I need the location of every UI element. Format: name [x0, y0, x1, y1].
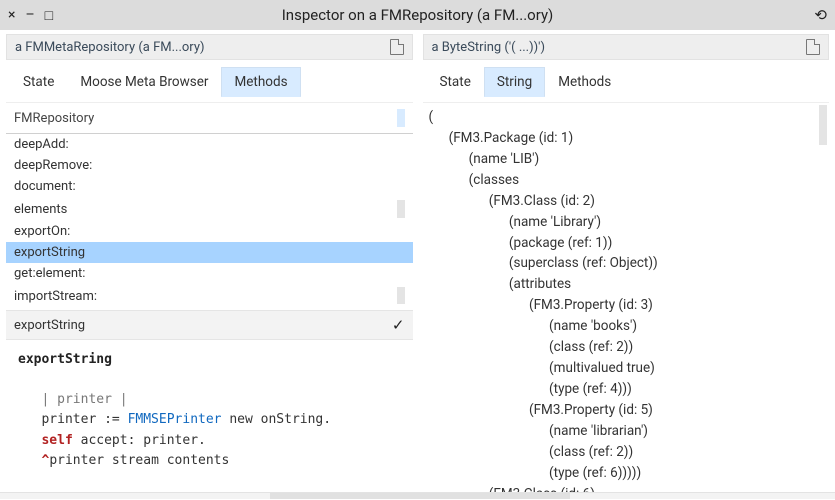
close-icon[interactable]: ×	[8, 7, 15, 23]
list-item[interactable]: get:element:	[6, 263, 413, 284]
tree-line: (	[429, 107, 830, 128]
tree-line: (attributes	[429, 274, 830, 295]
tree-line: (FM3.Package (id: 1)	[429, 128, 830, 149]
list-item[interactable]: exportOn:	[6, 221, 413, 242]
list-item[interactable]: deepRemove:	[6, 155, 413, 176]
tree-line: (type (ref: 4)))	[429, 379, 830, 400]
tab-state[interactable]: State	[427, 67, 484, 97]
tree-line: (classes	[429, 170, 830, 191]
tree-line: (class (ref: 2))	[429, 442, 830, 463]
tree-line: (package (ref: 1))	[429, 233, 830, 254]
left-tabs: State Moose Meta Browser Methods	[6, 66, 413, 96]
page-icon[interactable]	[806, 39, 820, 55]
list-item[interactable]: elements	[6, 197, 413, 221]
source-code[interactable]: exportString | printer | printer := FMMS…	[6, 340, 413, 492]
tree-line: (multivalued true)	[429, 358, 830, 379]
left-pane-title: a FMMetaRepository (a FM...ory)	[15, 40, 205, 55]
tree-line: (name 'Library')	[429, 212, 830, 233]
left-pane: a FMMetaRepository (a FM...ory) State Mo…	[6, 34, 413, 492]
scrollbar-thumb[interactable]	[270, 493, 570, 499]
source-header[interactable]: exportString ✓	[6, 310, 413, 340]
right-pane-title: a ByteString ('( ...))')	[432, 40, 545, 55]
right-pane: a ByteString ('( ...))') State String Me…	[423, 34, 830, 492]
tab-moose-meta-browser[interactable]: Moose Meta Browser	[67, 67, 221, 97]
refresh-icon[interactable]: ⟲	[814, 6, 827, 24]
tree-line: (name 'books')	[429, 316, 830, 337]
horizontal-scrollbar[interactable]	[0, 492, 835, 499]
list-item[interactable]: deepAdd:	[6, 134, 413, 155]
right-pane-header[interactable]: a ByteString ('( ...))')	[423, 34, 830, 60]
tree-line: (FM3.Class (id: 6)	[429, 484, 830, 492]
list-item-selected[interactable]: exportString	[6, 242, 413, 263]
string-content[interactable]: ( (FM3.Package (id: 1) (name 'LIB') (cla…	[423, 102, 830, 492]
class-name-header[interactable]: FMRepository	[6, 103, 413, 133]
tree-line: (type (ref: 6)))))	[429, 463, 830, 484]
tab-string[interactable]: String	[484, 67, 545, 97]
list-item[interactable]: document:	[6, 176, 413, 197]
method-list[interactable]: deepAdd: deepRemove: document: elements …	[6, 134, 413, 304]
tree-line: (name 'librarian')	[429, 421, 830, 442]
scrollbar-thumb[interactable]	[819, 105, 827, 145]
right-tabs: State String Methods	[423, 66, 830, 96]
method-selector: exportString	[18, 352, 112, 367]
source-header-label: exportString	[14, 318, 85, 333]
maximize-icon[interactable]: □	[45, 7, 53, 24]
tree-line: (class (ref: 2))	[429, 337, 830, 358]
tree-line: (superclass (ref: Object))	[429, 253, 830, 274]
tree-line: (FM3.Property (id: 3)	[429, 295, 830, 316]
page-icon[interactable]	[390, 39, 404, 55]
tree-line: (FM3.Property (id: 5)	[429, 400, 830, 421]
tree-line: (name 'LIB')	[429, 149, 830, 170]
left-pane-header[interactable]: a FMMetaRepository (a FM...ory)	[6, 34, 413, 60]
tree-line: (FM3.Class (id: 2)	[429, 191, 830, 212]
tab-methods[interactable]: Methods	[545, 67, 624, 97]
check-icon[interactable]: ✓	[392, 316, 405, 334]
title-bar: × – □ Inspector on a FMRepository (a FM.…	[0, 0, 835, 30]
tab-methods[interactable]: Methods	[221, 67, 300, 97]
tab-state[interactable]: State	[10, 67, 67, 97]
minimize-icon[interactable]: –	[25, 7, 34, 23]
window-title: Inspector on a FMRepository (a FM...ory)	[0, 6, 835, 24]
list-item[interactable]: importStream:	[6, 284, 413, 304]
